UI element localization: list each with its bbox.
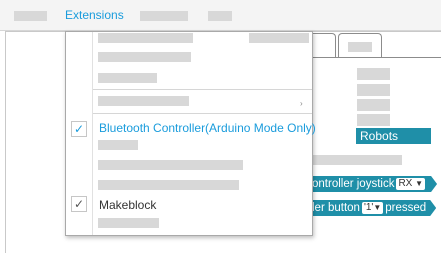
checkmark-icon: ✓ [71,196,87,212]
menu-item-redacted[interactable] [98,218,159,228]
dropdown-caret-icon: ▼ [373,203,382,212]
menu-item-redacted[interactable] [98,52,191,62]
menu-separator [93,113,312,114]
menu-separator [93,89,312,90]
joystick-axis-value: RX [398,178,413,189]
menu-item-bluetooth-controller[interactable]: Bluetooth Controller(Arduino Mode Only) [99,121,316,135]
menu-item-redacted[interactable] [98,73,157,83]
joystick-axis-dropdown[interactable]: RX ▼ [396,178,425,190]
menu-extensions[interactable]: Extensions [65,8,124,22]
button-block-suffix: pressed [385,202,427,214]
button-index-value: '1' [363,202,374,213]
tab[interactable] [338,33,382,58]
block-label-redacted [312,155,402,165]
category-redacted[interactable] [357,68,390,80]
button-block-text: ler button [312,202,360,214]
menu-item-redacted[interactable] [98,140,138,150]
menu-item-redacted[interactable] [98,160,243,170]
category-robots[interactable]: Robots [356,128,431,144]
category-redacted[interactable] [357,99,390,111]
tab-label-redacted [348,42,372,52]
menu-item-shortcut-redacted [249,33,309,43]
menu-item-redacted[interactable] [208,11,232,21]
checkmark-icon: ✓ [71,121,87,137]
button-block[interactable]: ler button '1'▼ pressed [312,200,436,216]
joystick-block[interactable]: ontroller joystick RX ▼ [312,176,437,192]
menu-item-redacted[interactable] [14,11,47,21]
panel-border [5,31,6,253]
menu-item-redacted[interactable] [98,33,193,43]
menubar: Extensions [0,0,441,31]
button-index-dropdown[interactable]: '1'▼ [362,202,383,214]
menu-item-redacted[interactable] [98,180,239,190]
submenu-item-redacted[interactable] [98,96,189,106]
dropdown-caret-icon: ▼ [415,179,424,188]
menu-gutter [92,32,93,235]
extensions-menu: › ✓ Bluetooth Controller(Arduino Mode On… [65,31,316,236]
menu-item-redacted[interactable] [140,11,188,21]
menu-item-makeblock[interactable]: Makeblock [99,198,156,212]
category-redacted[interactable] [357,114,390,126]
tab-underline [312,57,441,58]
submenu-arrow-icon: › [300,99,303,108]
category-redacted[interactable] [357,84,390,96]
joystick-block-text: ontroller joystick [312,178,395,190]
